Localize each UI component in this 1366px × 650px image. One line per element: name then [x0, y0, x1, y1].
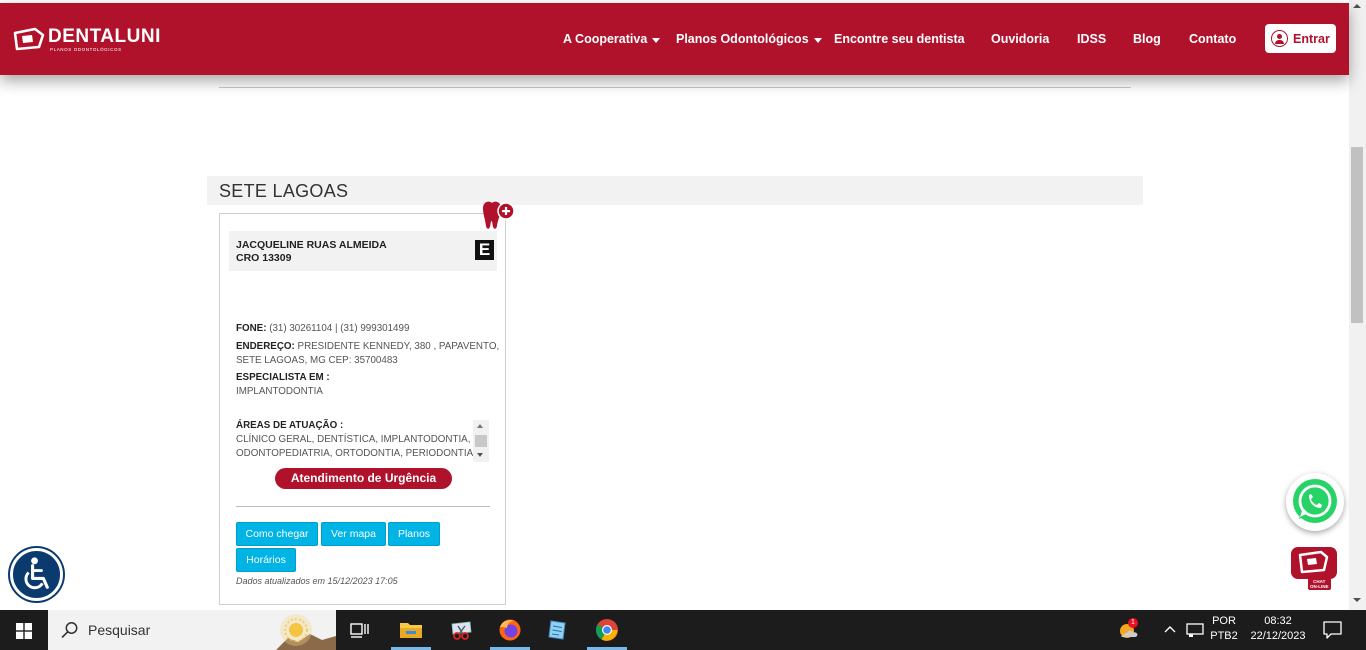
task-view-icon[interactable]: [348, 618, 372, 642]
address-line1: PRESIDENTE KENNEDY, 380 , PAPAVENTO,: [297, 341, 500, 352]
nav-a-cooperativa[interactable]: A Cooperativa: [563, 32, 661, 46]
scroll-up-icon[interactable]: [1353, 4, 1361, 8]
card-divider: [236, 506, 490, 507]
city-header: SETE LAGOAS: [207, 176, 1143, 205]
whatsapp-button[interactable]: [1286, 473, 1344, 531]
page-scrollbar[interactable]: [1349, 0, 1366, 610]
nav-label: Planos Odontológicos: [676, 32, 809, 46]
chrome-icon[interactable]: [595, 618, 619, 642]
phone-info: FONE: (31) 30261104 | (31) 999301499: [236, 322, 409, 336]
language-line1: POR: [1212, 615, 1236, 627]
dentist-name: JACQUELINE RUAS ALMEIDA: [236, 239, 387, 251]
windows-taskbar: Pesquisar 1 POR PTB2 08:32 22/12/2023: [0, 610, 1366, 650]
clock-date: 22/12/2023: [1250, 630, 1306, 642]
clock-time: 08:32: [1264, 615, 1292, 627]
areas-line1: CLÍNICO GERAL, DENTÍSTICA, IMPLANTODONTI…: [236, 434, 471, 445]
file-explorer-icon[interactable]: [399, 618, 423, 642]
dentist-card-header: JACQUELINE RUAS ALMEIDA CRO 13309 E: [229, 231, 497, 271]
chat-label-2: ON-LINE: [1310, 584, 1329, 589]
weather-badge: 1: [1128, 618, 1138, 628]
network-icon[interactable]: [1186, 622, 1204, 638]
language-indicator[interactable]: POR PTB2: [1209, 615, 1239, 642]
scroll-thumb[interactable]: [1351, 147, 1363, 323]
windows-start-icon[interactable]: [16, 623, 32, 639]
plans-button[interactable]: Planos: [388, 522, 440, 546]
tooth-plus-icon: [483, 201, 515, 229]
scroll-up-icon[interactable]: [477, 424, 483, 428]
wheelchair-icon: [24, 557, 49, 590]
notepad-icon[interactable]: [546, 618, 570, 642]
nav-idss[interactable]: IDSS: [1077, 32, 1106, 46]
phone-value: (31) 30261104 | (31) 999301499: [269, 323, 410, 334]
address-info: ENDEREÇO: PRESIDENTE KENNEDY, 380 , PAPA…: [236, 340, 499, 368]
chevron-down-icon: [652, 37, 661, 43]
updated-timestamp: Dados atualizados em 15/12/2023 17:05: [236, 576, 398, 586]
snipping-tool-icon[interactable]: [449, 618, 473, 642]
nav-label: Contato: [1189, 32, 1237, 46]
notifications-icon[interactable]: [1323, 621, 1342, 639]
nav-planos-odontologicos[interactable]: Planos Odontológicos: [676, 32, 822, 46]
login-label: Entrar: [1293, 31, 1330, 46]
areas-label: ÁREAS DE ATUAÇÃO :: [236, 420, 344, 431]
nav-ouvidoria[interactable]: Ouvidoria: [991, 32, 1049, 46]
chevron-up-icon[interactable]: [1164, 624, 1176, 636]
search-highlight-sun-icon[interactable]: [276, 612, 336, 650]
nav-label: Ouvidoria: [991, 32, 1050, 46]
section-divider: [219, 87, 1131, 88]
whatsapp-icon: [1293, 479, 1337, 523]
search-icon: [61, 622, 78, 638]
page-root: DENTALUNI PLANOS ODONTOLÓGICOS A Coopera…: [0, 0, 1366, 650]
address-label: ENDEREÇO:: [236, 341, 295, 352]
nav-label: Blog: [1133, 32, 1161, 46]
city-title: SETE LAGOAS: [219, 181, 349, 201]
scroll-down-icon[interactable]: [1353, 598, 1361, 602]
language-line2: PTB2: [1210, 630, 1238, 642]
scroll-down-icon[interactable]: [477, 453, 483, 457]
nav-label: Encontre seu dentista: [834, 32, 965, 46]
specialist-label: ESPECIALISTA EM :: [236, 372, 330, 383]
taskbar-search[interactable]: Pesquisar: [48, 610, 336, 650]
search-placeholder: Pesquisar: [88, 622, 151, 638]
nav-label: IDSS: [1077, 32, 1107, 46]
dentist-card: JACQUELINE RUAS ALMEIDA CRO 13309 E FONE…: [219, 201, 515, 605]
nav-label: A Cooperativa: [563, 32, 648, 46]
chat-online-button[interactable]: CHAT ON-LINE: [1288, 544, 1340, 594]
view-map-button[interactable]: Ver mapa: [321, 522, 386, 546]
areas-scrollbar[interactable]: [473, 420, 489, 462]
chevron-down-icon: [813, 37, 822, 43]
chat-label: CHAT ON-LINE: [1308, 578, 1331, 590]
site-header: DENTALUNI PLANOS ODONTOLÓGICOS A Coopera…: [0, 3, 1349, 75]
login-button[interactable]: Entrar: [1265, 24, 1336, 53]
main-nav: A Cooperativa Planos Odontológicos Encon…: [0, 3, 1349, 75]
phone-label: FONE:: [236, 323, 267, 334]
nav-encontre-seu-dentista[interactable]: Encontre seu dentista: [834, 32, 965, 46]
scroll-thumb[interactable]: [475, 435, 487, 447]
areas-line2: ODONTOPEDIATRIA, ORTODONTIA, PERIODONTIA…: [236, 448, 476, 459]
dentist-cro: CRO 13309: [236, 252, 292, 264]
specialist-info: ESPECIALISTA EM : IMPLANTODONTIA: [236, 371, 330, 399]
nav-blog[interactable]: Blog: [1133, 32, 1161, 46]
nav-contato[interactable]: Contato: [1189, 32, 1236, 46]
clock[interactable]: 08:32 22/12/2023: [1245, 615, 1311, 642]
hours-button[interactable]: Horários: [236, 548, 296, 572]
areas-box[interactable]: ÁREAS DE ATUAÇÃO : CLÍNICO GERAL, DENTÍS…: [236, 419, 490, 463]
urgent-care-button[interactable]: Atendimento de Urgência: [275, 468, 452, 489]
specialist-badge-icon: E: [475, 240, 494, 260]
specialist-value: IMPLANTODONTIA: [236, 386, 323, 397]
firefox-icon[interactable]: [498, 618, 522, 642]
accessibility-button[interactable]: [10, 548, 63, 601]
address-line2: SETE LAGOAS, MG CEP: 35700483: [236, 355, 398, 366]
user-circle-icon: [1271, 30, 1288, 47]
directions-button[interactable]: Como chegar: [236, 522, 318, 546]
